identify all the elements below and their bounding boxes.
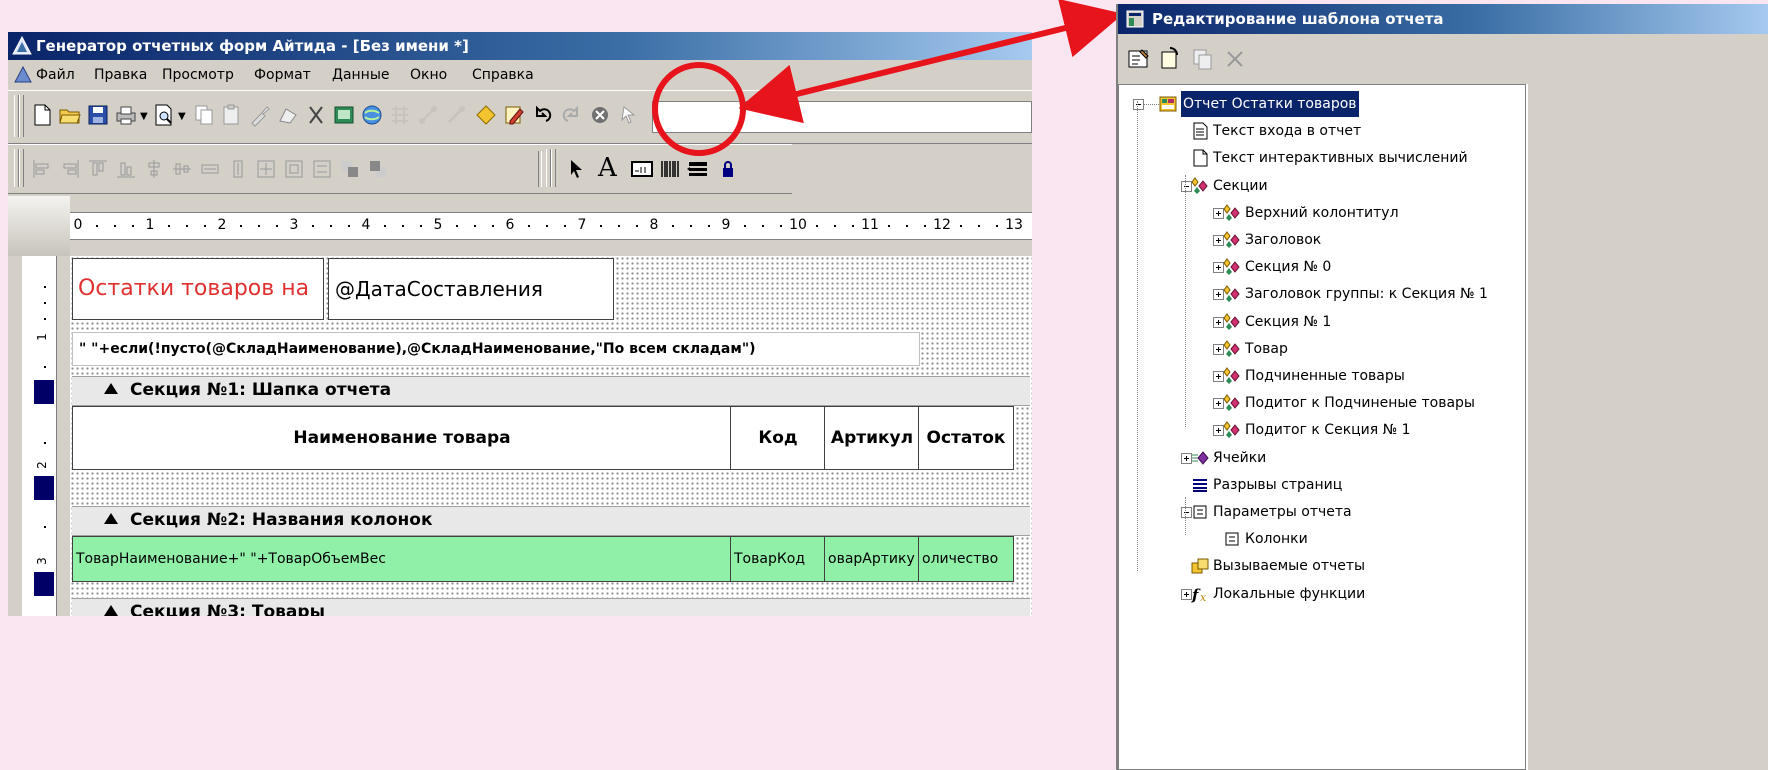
- tree-item-label: Секция № 1: [1245, 313, 1332, 330]
- section-icon: [1223, 312, 1241, 331]
- tree-item-sections[interactable]: Секции: [1119, 173, 1527, 199]
- section-icon: [1223, 367, 1241, 385]
- properties-icon[interactable]: [1126, 46, 1152, 72]
- template-editor-window: Редактирование шаблона отчета Отчет Оста…: [1116, 4, 1768, 770]
- doc-icon: [1191, 122, 1209, 140]
- svg-text:x: x: [1200, 591, 1207, 603]
- cells-icon: [1191, 449, 1209, 467]
- tree-item-heading[interactable]: Заголовок: [1119, 227, 1527, 253]
- right-window-title: Редактирование шаблона отчета: [1152, 10, 1444, 28]
- section-icon: [1223, 421, 1241, 439]
- tree-item-label: Верхний колонтитул: [1245, 204, 1399, 221]
- tree-item-label: Текст интерактивных вычислений: [1213, 150, 1468, 167]
- params-icon: [1223, 530, 1241, 548]
- tree-item-product[interactable]: Товар: [1119, 336, 1527, 362]
- tree-item-label: Секции: [1213, 177, 1268, 194]
- tree-item-header-footer[interactable]: Верхний колонтитул: [1119, 200, 1527, 226]
- tree-item-label: Вызываемые отчеты: [1213, 558, 1366, 575]
- tree-guide-line: [1185, 175, 1186, 427]
- func-icon: fx: [1191, 585, 1209, 604]
- tree-item-section-0[interactable]: Секция № 0: [1119, 254, 1527, 280]
- tree-item-sub-products[interactable]: Подчиненные товары: [1119, 363, 1527, 389]
- section-icon: [1223, 231, 1241, 249]
- tree-item-label: Подитог к Подчиненые товары: [1245, 395, 1475, 412]
- right-title-bar: Редактирование шаблона отчета: [1118, 4, 1768, 34]
- tree-connector: [1143, 104, 1159, 105]
- sections-icon: [1191, 176, 1209, 195]
- tree-item-cells[interactable]: Ячейки: [1119, 445, 1527, 471]
- copy-element-icon[interactable]: [1190, 46, 1216, 72]
- tree-item-label: Подчиненные товары: [1245, 368, 1405, 384]
- tree-item-local-functions[interactable]: f x Локальные функции: [1119, 581, 1527, 607]
- tree-item-label: Ячейки: [1213, 449, 1267, 466]
- tree-item-label: Отчет Остатки товаров: [1181, 91, 1359, 117]
- window-icon: [1126, 10, 1144, 28]
- tree-item-label: Колонки: [1245, 531, 1308, 548]
- tree-item-section-1[interactable]: Секция № 1: [1119, 309, 1527, 335]
- template-tree: Отчет Остатки товаров Текст входа в отчет…: [1118, 84, 1526, 770]
- section-icon: [1223, 203, 1241, 222]
- section-icon: [1223, 394, 1241, 412]
- delete-element-icon[interactable]: [1222, 46, 1248, 72]
- tree-guide-line: [1137, 101, 1138, 571]
- called-icon: [1191, 557, 1209, 575]
- tree-item-label: Товар: [1245, 340, 1288, 357]
- section-icon: [1223, 258, 1241, 276]
- page-icon: [1191, 149, 1209, 167]
- tree-item-label: Текст входа в отчет: [1213, 123, 1362, 140]
- tree-item-columns[interactable]: Колонки: [1119, 526, 1527, 552]
- tree-item-label: Заголовок: [1245, 232, 1322, 248]
- tree-item-entry-text[interactable]: Текст входа в отчет: [1119, 118, 1527, 144]
- tree-item-called-reports[interactable]: Вызываемые отчеты: [1119, 553, 1527, 579]
- tree-item-label: Заголовок группы: к Секция № 1: [1245, 286, 1488, 303]
- tree-item-label: Секция № 0: [1245, 259, 1332, 276]
- tree-item-group-heading[interactable]: Заголовок группы: к Секция № 1: [1119, 281, 1527, 307]
- tree-item-label: Параметры отчета: [1213, 504, 1352, 520]
- params-icon: [1191, 503, 1209, 521]
- tree-item-subtotal-sub-products[interactable]: Подитог к Подчиненые товары: [1119, 390, 1527, 416]
- add-element-icon[interactable]: [1158, 46, 1184, 72]
- report-icon: [1159, 95, 1177, 113]
- tree-item-subtotal-section-1[interactable]: Подитог к Секция № 1: [1119, 417, 1527, 443]
- tree-guide-line: [1185, 497, 1186, 535]
- tree-item-page-breaks[interactable]: Разрывы страниц: [1119, 472, 1527, 498]
- tree-item-report-params[interactable]: Параметры отчета: [1119, 499, 1527, 525]
- tree-item-report-root[interactable]: Отчет Остатки товаров: [1119, 91, 1527, 117]
- tree-item-label: Локальные функции: [1213, 585, 1366, 602]
- tree-item-label: Подитог к Секция № 1: [1245, 422, 1411, 439]
- properties-pane: [1528, 84, 1768, 770]
- section-icon: [1223, 285, 1241, 303]
- breaks-icon: [1191, 476, 1209, 494]
- tree-item-label: Разрывы страниц: [1213, 476, 1343, 493]
- tree-item-interactive-text[interactable]: Текст интерактивных вычислений: [1119, 145, 1527, 171]
- template-toolbar: [1118, 34, 1768, 84]
- section-icon: [1223, 339, 1241, 358]
